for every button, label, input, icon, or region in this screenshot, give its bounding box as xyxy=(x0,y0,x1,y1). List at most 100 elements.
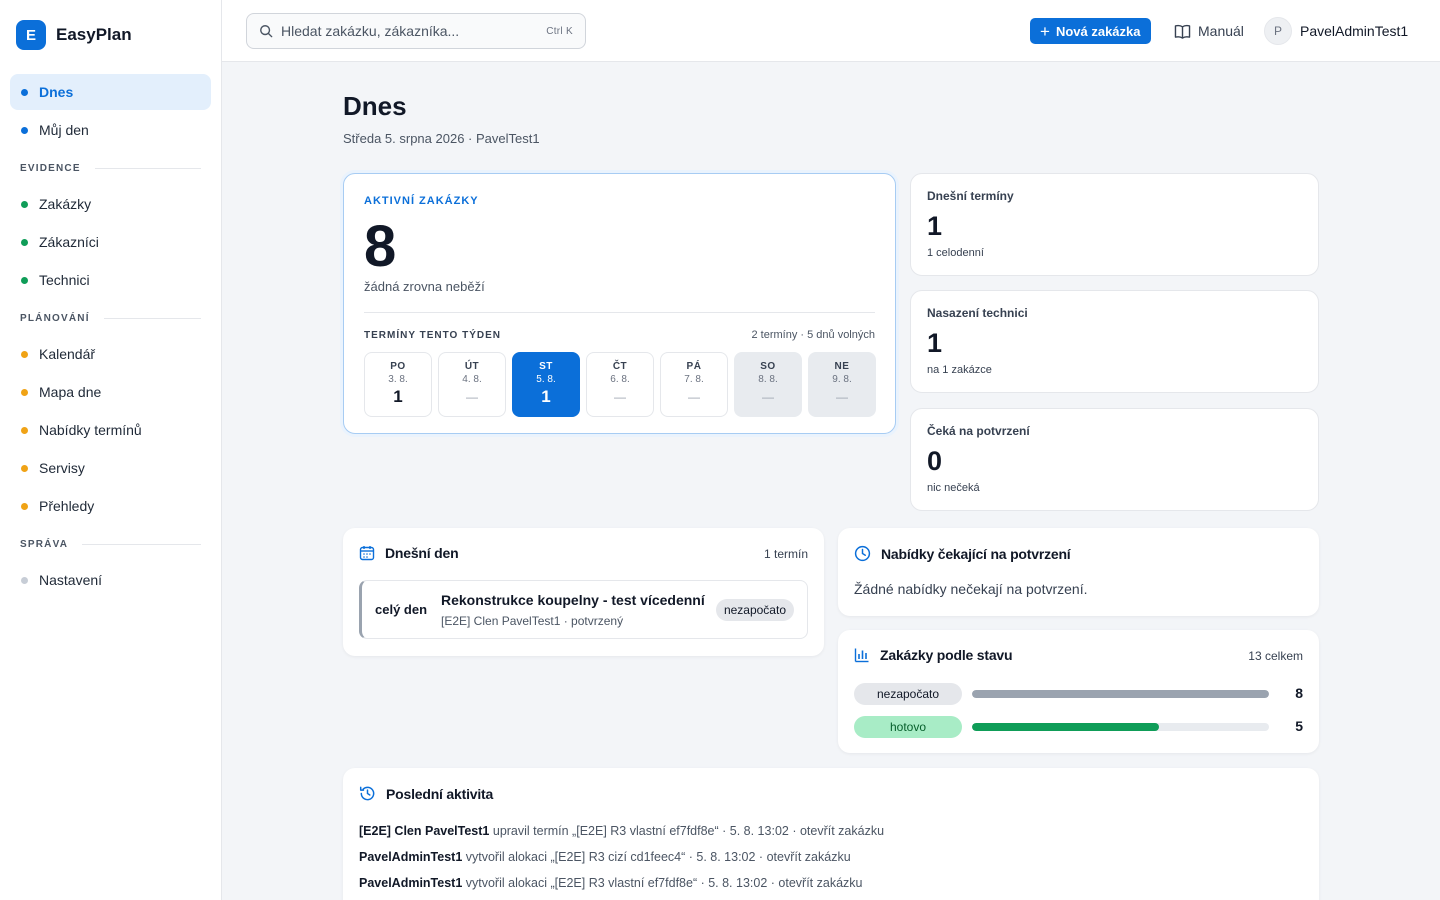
day-pa[interactable]: PÁ 7. 8. — xyxy=(660,352,728,417)
day-date: 3. 8. xyxy=(388,374,408,385)
day-date: 7. 8. xyxy=(684,374,704,385)
day-name: SO xyxy=(760,361,776,372)
search-shortcut: Ctrl K xyxy=(546,25,573,37)
stat-label: Nasazení technici xyxy=(927,306,1028,320)
nav-dot-icon xyxy=(21,503,28,510)
stat-card-deployed-technicians[interactable]: Nasazení technici 1 na 1 zakázce xyxy=(910,290,1319,393)
status-bar-fill xyxy=(972,690,1269,698)
new-order-button[interactable]: + Nová zakázka xyxy=(1030,18,1151,44)
day-name: ÚT xyxy=(464,361,480,372)
search-input[interactable] xyxy=(281,23,547,39)
week-label: TERMÍNY TENTO TÝDEN xyxy=(364,330,501,341)
brand[interactable]: E EasyPlan xyxy=(0,0,221,70)
sidebar-item-dnes[interactable]: Dnes xyxy=(10,74,211,110)
search-box[interactable]: Ctrl K xyxy=(246,13,586,49)
status-panel: Zakázky podle stavu 13 celkem nezapočato… xyxy=(838,630,1319,753)
day-st[interactable]: ST 5. 8. 1 xyxy=(512,352,580,417)
day-name: ST xyxy=(539,361,553,372)
today-panel: Dnešní den 1 termín celý den Rekonstrukc… xyxy=(343,528,824,656)
active-orders-label: AKTIVNÍ ZAKÁZKY xyxy=(364,195,479,207)
day-so[interactable]: SO 8. 8. — xyxy=(734,352,802,417)
status-row-nezapocato[interactable]: nezapočato 8 xyxy=(854,683,1303,705)
activity-actor: PavelAdminTest1 xyxy=(359,876,463,890)
sidebar-item-label: Můj den xyxy=(39,122,89,138)
sidebar-item-label: Kalendář xyxy=(39,346,96,362)
brand-logo: E xyxy=(16,20,46,50)
day-count: 1 xyxy=(541,387,551,406)
nav-dot-icon xyxy=(21,127,28,134)
status-bar-fill xyxy=(972,723,1160,731)
status-bar-track xyxy=(972,723,1269,731)
open-order-link[interactable]: otevřít zakázku xyxy=(767,850,851,864)
new-order-label: Nová zakázka xyxy=(1055,23,1141,39)
activity-actor: PavelAdminTest1 xyxy=(359,850,463,864)
activity-item: PavelAdminTest1 vytvořil alokaci „[E2E] … xyxy=(359,848,884,874)
day-count: — xyxy=(762,390,774,404)
sidebar-item-label: Nabídky termínů xyxy=(39,422,142,438)
nav-dot-icon xyxy=(21,465,28,472)
stat-value: 0 xyxy=(927,446,943,476)
day-date: 8. 8. xyxy=(758,374,778,385)
user-menu[interactable]: P PavelAdminTest1 xyxy=(1264,17,1408,45)
nav-dot-icon xyxy=(21,277,28,284)
day-count: — xyxy=(614,390,626,404)
day-ne[interactable]: NE 9. 8. — xyxy=(808,352,876,417)
event-item[interactable]: celý den Rekonstrukce koupelny - test ví… xyxy=(359,580,808,639)
page-subtitle: Středa 5. srpna 2026 · PavelTest1 xyxy=(343,131,540,146)
manual-label: Manuál xyxy=(1198,23,1244,39)
sidebar-nav: Dnes Můj den EVIDENCE Zakázky Zákazníci … xyxy=(0,70,221,598)
day-ct[interactable]: ČT 6. 8. — xyxy=(586,352,654,417)
sidebar-item-label: Zakázky xyxy=(39,196,92,212)
status-count: 8 xyxy=(1295,685,1303,701)
day-date: 5. 8. xyxy=(536,374,556,385)
nav-dot-icon xyxy=(21,351,28,358)
stat-card-todays-appointments[interactable]: Dnešní termíny 1 1 celodenní xyxy=(910,173,1319,276)
topbar: Ctrl K + Nová zakázka Manuál P PavelAdmi… xyxy=(222,0,1440,62)
panel-header: Dnešní den xyxy=(359,545,459,561)
sidebar-item-zakazky[interactable]: Zakázky xyxy=(10,186,211,222)
sidebar-item-kalendar[interactable]: Kalendář xyxy=(10,336,211,372)
stat-card-awaiting-confirmation[interactable]: Čeká na potvrzení 0 nic nečeká xyxy=(910,408,1319,511)
sidebar-item-label: Nastavení xyxy=(39,572,103,588)
stat-label: Čeká na potvrzení xyxy=(927,424,1030,438)
stat-note: na 1 zakázce xyxy=(927,364,992,376)
day-date: 4. 8. xyxy=(462,374,482,385)
event-subtitle: [E2E] Clen PavelTest1 · potvrzený xyxy=(441,614,624,628)
stat-value: 1 xyxy=(927,211,943,241)
day-date: 9. 8. xyxy=(832,374,852,385)
offers-panel: Nabídky čekající na potvrzení Žádné nabí… xyxy=(838,528,1319,616)
status-row-hotovo[interactable]: hotovo 5 xyxy=(854,716,1303,738)
sidebar-item-nastaveni[interactable]: Nastavení xyxy=(10,562,211,598)
manual-link[interactable]: Manuál xyxy=(1174,20,1244,42)
section-label-planovani: PLÁNOVÁNÍ xyxy=(10,300,211,336)
day-po[interactable]: PO 3. 8. 1 xyxy=(364,352,432,417)
stat-note: nic nečeká xyxy=(927,482,980,494)
day-name: NE xyxy=(834,361,850,372)
nav-dot-icon xyxy=(21,389,28,396)
sidebar-item-muj-den[interactable]: Můj den xyxy=(10,112,211,148)
sidebar-item-prehledy[interactable]: Přehledy xyxy=(10,488,211,524)
sidebar-item-technici[interactable]: Technici xyxy=(10,262,211,298)
active-orders-card[interactable]: AKTIVNÍ ZAKÁZKY 8 žádná zrovna neběží TE… xyxy=(343,173,896,434)
page-title: Dnes xyxy=(343,91,407,121)
nav-dot-icon xyxy=(21,239,28,246)
week-summary: 2 termíny · 5 dnů volných xyxy=(751,329,875,341)
open-order-link[interactable]: otevřít zakázku xyxy=(800,824,884,838)
status-pill: nezapočato xyxy=(854,683,962,705)
open-order-link[interactable]: otevřít zakázku xyxy=(778,876,862,890)
sidebar-item-mapa-dne[interactable]: Mapa dne xyxy=(10,374,211,410)
search-icon xyxy=(260,25,273,38)
sidebar-item-servisy[interactable]: Servisy xyxy=(10,450,211,486)
day-count: — xyxy=(466,390,478,404)
sidebar-item-label: Technici xyxy=(39,272,90,288)
day-name: ČT xyxy=(612,361,628,372)
sidebar-item-zakaznici[interactable]: Zákazníci xyxy=(10,224,211,260)
stat-value: 1 xyxy=(927,328,943,358)
activity-panel: Poslední aktivita [E2E] Clen PavelTest1 … xyxy=(343,768,1319,900)
activity-actor: [E2E] Clen PavelTest1 xyxy=(359,824,490,838)
user-name: PavelAdminTest1 xyxy=(1300,23,1409,39)
active-orders-note: žádná zrovna neběží xyxy=(364,279,485,294)
empty-state: Žádné nabídky nečekají na potvrzení. xyxy=(854,581,1088,597)
sidebar-item-nabidky-terminu[interactable]: Nabídky termínů xyxy=(10,412,211,448)
day-ut[interactable]: ÚT 4. 8. — xyxy=(438,352,506,417)
